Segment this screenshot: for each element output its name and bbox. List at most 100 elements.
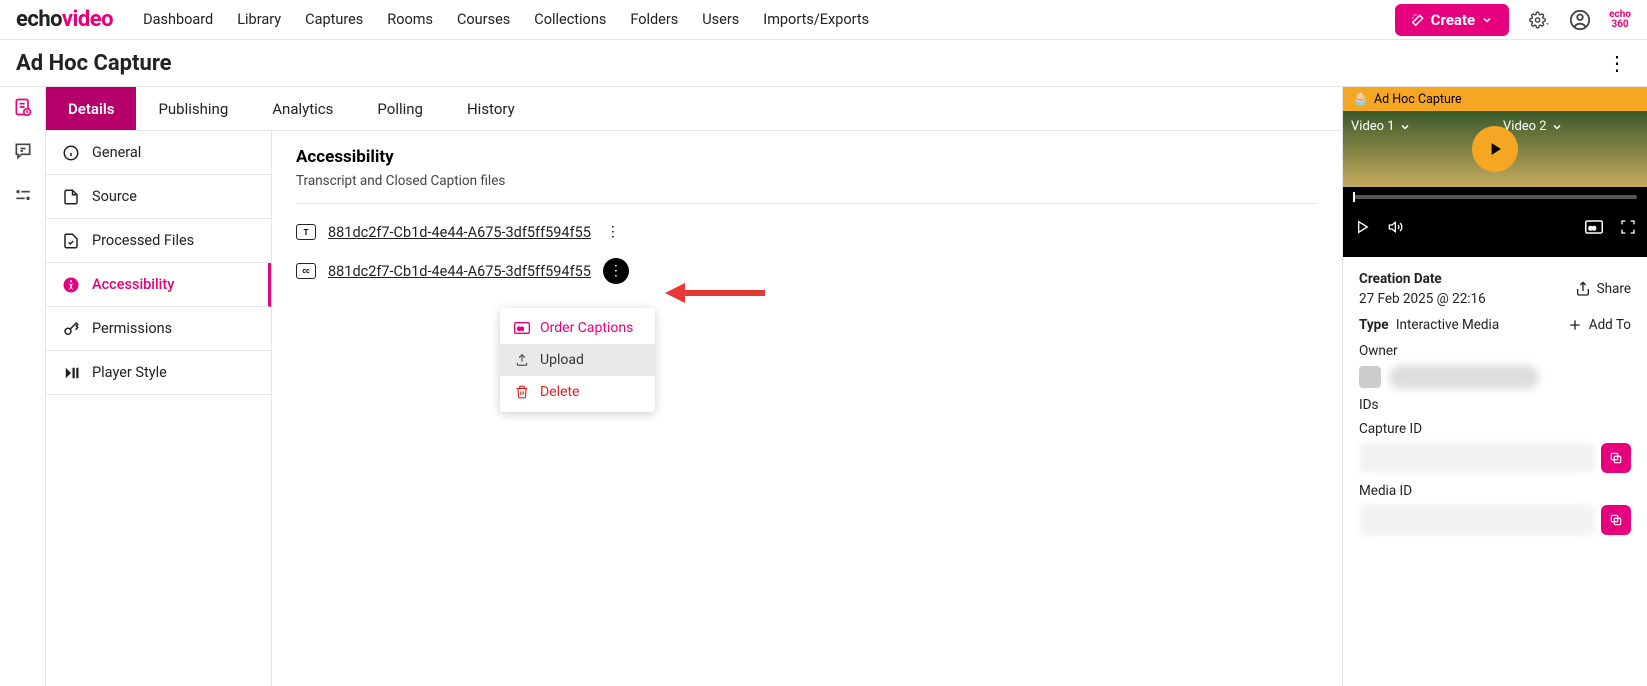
owner-row (1359, 365, 1631, 389)
ids-section: IDs Capture ID Media ID (1359, 397, 1631, 535)
play-icon[interactable] (1353, 218, 1371, 236)
rail-comments-icon[interactable] (11, 139, 35, 163)
create-label: Create (1431, 11, 1475, 29)
copy-icon (1609, 451, 1623, 465)
copy-icon (1609, 513, 1623, 527)
echo360-logo[interactable]: echo360 (1609, 10, 1631, 30)
subnav-general[interactable]: General (46, 131, 271, 175)
cc-icon: cc (514, 322, 530, 334)
logo-part1: echo (16, 7, 62, 32)
media-id-value-redacted (1359, 505, 1595, 535)
subnav-accessibility[interactable]: Accessibility (46, 263, 271, 307)
creation-date-row: Creation Date 27 Feb 2025 @ 22:16 Share (1359, 271, 1631, 307)
transcript-file-link[interactable]: 881dc2f7-Cb1d-4e44-A675-3df5ff594f55 (328, 224, 591, 241)
cc-icon: cc (296, 263, 316, 279)
copy-capture-id-button[interactable] (1601, 443, 1631, 473)
nav-imports-exports[interactable]: Imports/Exports (763, 11, 869, 28)
capture-id-label: Capture ID (1359, 421, 1631, 437)
video-thumbnails: Video 1 Video 2 (1343, 111, 1647, 187)
rail-settings-icon[interactable] (11, 183, 35, 207)
content-area: Accessibility Transcript and Closed Capt… (272, 131, 1342, 686)
nav-dashboard[interactable]: Dashboard (143, 11, 213, 28)
file-icon (62, 188, 80, 206)
fullscreen-icon[interactable] (1619, 218, 1637, 236)
subnav-permissions[interactable]: Permissions (46, 307, 271, 351)
left-rail (0, 87, 46, 686)
type-row: Type Interactive Media Add To (1359, 317, 1631, 333)
settings-gear-icon[interactable] (1529, 9, 1551, 31)
video-player: 🧁 Ad Hoc Capture Video 1 Video 2 (1343, 87, 1647, 257)
top-right-icons: echo360 (1509, 9, 1631, 31)
preview-panel: 🧁 Ad Hoc Capture Video 1 Video 2 (1342, 87, 1647, 686)
details-subnav: General Source Processed Files Accessibi… (46, 131, 272, 686)
cake-icon: 🧁 (1353, 92, 1368, 106)
create-button[interactable]: Create (1395, 4, 1509, 36)
nav-rooms[interactable]: Rooms (387, 11, 433, 28)
tab-history[interactable]: History (445, 87, 537, 130)
nav-folders[interactable]: Folders (630, 11, 678, 28)
nav-collections[interactable]: Collections (534, 11, 606, 28)
player-timeline[interactable] (1343, 187, 1647, 207)
body: Details Publishing Analytics Polling His… (0, 86, 1647, 686)
menu-upload[interactable]: Upload (500, 344, 655, 376)
nav-library[interactable]: Library (237, 11, 281, 28)
ids-label: IDs (1359, 397, 1631, 413)
type-label: Type (1359, 317, 1389, 333)
creation-date-value: 27 Feb 2025 @ 22:16 (1359, 291, 1486, 307)
copy-media-id-button[interactable] (1601, 505, 1631, 535)
nav-courses[interactable]: Courses (457, 11, 510, 28)
menu-delete[interactable]: Delete (500, 376, 655, 408)
divider (296, 203, 1318, 204)
trash-icon (514, 385, 530, 399)
play-button[interactable] (1472, 126, 1518, 172)
tab-details[interactable]: Details (46, 87, 136, 130)
chevron-down-icon (1481, 14, 1493, 26)
metadata-panel: Creation Date 27 Feb 2025 @ 22:16 Share … (1343, 257, 1647, 559)
caption-file-link[interactable]: 881dc2f7-Cb1d-4e44-A675-3df5ff594f55 (328, 263, 591, 280)
video-2-label: Video 2 (1503, 119, 1563, 134)
type-value: Interactive Media (1396, 317, 1499, 333)
subnav-label: Player Style (92, 364, 167, 381)
logo[interactable]: echovideo (16, 7, 113, 32)
nav-users[interactable]: Users (702, 11, 739, 28)
tab-polling[interactable]: Polling (355, 87, 445, 130)
chevron-down-icon (1399, 121, 1411, 133)
accessibility-icon (62, 276, 80, 294)
transcript-file-row: T 881dc2f7-Cb1d-4e44-A675-3df5ff594f55 ⋮ (296, 222, 1318, 242)
share-icon (1575, 281, 1591, 297)
menu-order-captions[interactable]: cc Order Captions (500, 312, 655, 344)
share-button[interactable]: Share (1575, 281, 1631, 297)
caption-actions-kebab-icon[interactable]: ⋮ (603, 258, 629, 284)
subnav-label: General (92, 144, 141, 161)
info-icon (62, 144, 80, 162)
subnav-source[interactable]: Source (46, 175, 271, 219)
subnav-player-style[interactable]: Player Style (46, 351, 271, 395)
tab-publishing[interactable]: Publishing (136, 87, 250, 130)
page-actions-kebab-icon[interactable]: ⋮ (1603, 47, 1631, 79)
key-icon (62, 320, 80, 338)
chevron-down-icon (1551, 121, 1563, 133)
top-nav: echovideo Dashboard Library Captures Roo… (0, 0, 1647, 40)
account-icon[interactable] (1569, 9, 1591, 31)
subnav-label: Source (92, 188, 137, 205)
add-to-button[interactable]: Add To (1567, 317, 1631, 333)
cc-toggle-icon[interactable]: cc (1585, 218, 1603, 236)
tab-analytics[interactable]: Analytics (250, 87, 355, 130)
content-subheading: Transcript and Closed Caption files (296, 173, 1318, 189)
svg-text:cc: cc (1589, 224, 1597, 232)
transcript-actions-kebab-icon[interactable]: ⋮ (603, 222, 623, 242)
player-controls: cc (1343, 207, 1647, 247)
page-title: Ad Hoc Capture (16, 51, 1603, 76)
plus-icon (1567, 317, 1583, 333)
magic-wand-icon (1411, 13, 1425, 27)
volume-icon[interactable] (1387, 218, 1405, 236)
nav-captures[interactable]: Captures (305, 11, 363, 28)
avatar (1359, 366, 1381, 388)
nav-links: Dashboard Library Captures Rooms Courses… (143, 11, 1395, 28)
content-heading: Accessibility (296, 147, 1318, 167)
creation-date-label: Creation Date (1359, 271, 1486, 287)
owner-label: Owner (1359, 343, 1631, 359)
rail-details-icon[interactable] (11, 95, 35, 119)
svg-text:cc: cc (517, 326, 523, 333)
subnav-processed-files[interactable]: Processed Files (46, 219, 271, 263)
